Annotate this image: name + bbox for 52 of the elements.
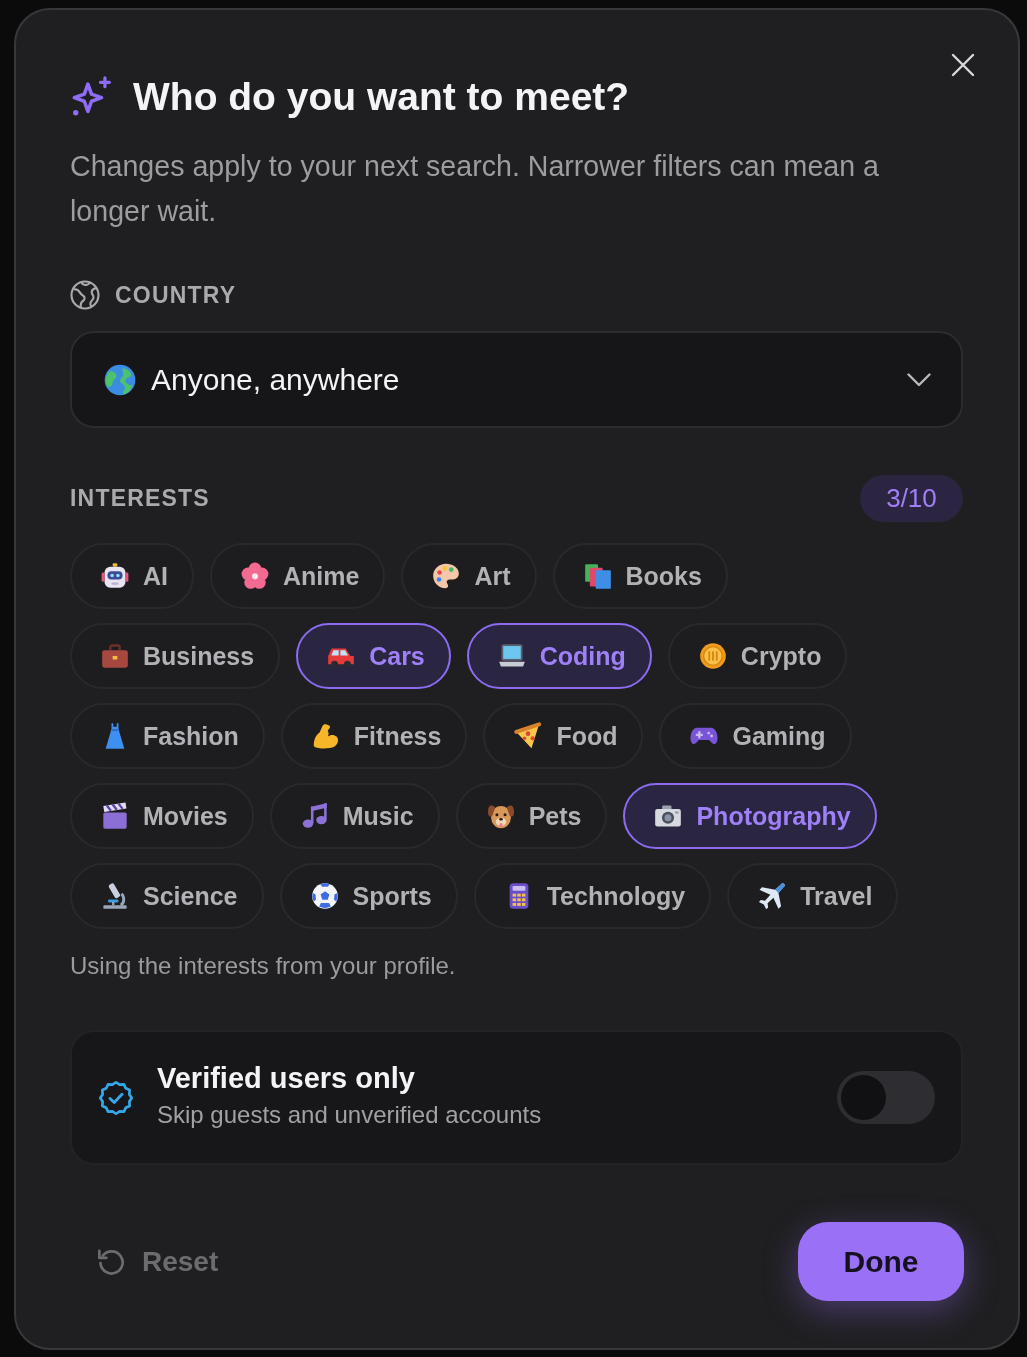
interest-chip[interactable]: Cars <box>296 623 451 689</box>
section-label: INTERESTS <box>70 485 210 512</box>
music-note-icon <box>300 802 329 830</box>
interest-chip[interactable]: Pets <box>455 783 608 849</box>
pizza-icon <box>514 722 543 750</box>
interest-chip[interactable]: Technology <box>473 863 712 929</box>
interest-chip[interactable]: Books <box>552 543 728 609</box>
interest-chip[interactable]: Food <box>483 703 644 769</box>
close-icon <box>951 53 975 77</box>
laptop-icon <box>497 642 526 670</box>
airplane-icon <box>758 882 787 910</box>
helper-text: Using the interests from your profile. <box>70 951 457 981</box>
flexed-arm-icon <box>311 722 340 750</box>
flower-icon <box>241 562 269 590</box>
verified-subtitle: Skip guests and unverified accounts <box>157 1099 543 1130</box>
interest-chip[interactable]: Fashion <box>70 703 265 769</box>
interest-chip[interactable]: Gaming <box>659 703 852 769</box>
robot-icon <box>101 562 129 590</box>
palette-icon <box>432 562 461 590</box>
undo-icon <box>97 1247 125 1276</box>
interest-chip[interactable]: Photography <box>623 783 877 849</box>
soccer-ball-icon <box>310 882 339 910</box>
books-icon <box>583 562 612 590</box>
interest-chip[interactable]: Science <box>70 863 264 929</box>
verified-title: Verified users only <box>157 1060 416 1096</box>
coin-icon <box>698 642 727 670</box>
globe-icon <box>104 363 136 396</box>
interest-chip[interactable]: Sports <box>279 863 458 929</box>
badge-check-icon <box>98 1079 134 1116</box>
interest-chip[interactable]: Fitness <box>280 703 468 769</box>
globe-icon <box>70 280 100 310</box>
briefcase-icon <box>101 642 129 670</box>
interest-chip[interactable]: AI <box>70 543 194 609</box>
interest-chip[interactable]: Movies <box>70 783 254 849</box>
interest-chip[interactable]: Travel <box>727 863 899 929</box>
country-dropdown[interactable]: Anyone, anywhere <box>70 331 963 428</box>
dialog-title: Who do you want to meet? <box>133 74 631 120</box>
count-badge: 3/10 <box>860 475 963 522</box>
interest-chip[interactable]: Art <box>401 543 537 609</box>
chevron-down-icon <box>907 372 931 387</box>
close-button[interactable] <box>951 53 975 77</box>
interest-chip[interactable]: Coding <box>466 623 652 689</box>
interest-chip[interactable]: Music <box>269 783 440 849</box>
interest-chip[interactable]: Business <box>70 623 281 689</box>
interest-chip[interactable]: Anime <box>210 543 386 609</box>
toggle-switch[interactable] <box>837 1071 935 1124</box>
section-label: COUNTRY <box>115 281 237 309</box>
interest-chip[interactable]: Crypto <box>667 623 848 689</box>
clapperboard-icon <box>101 802 129 830</box>
microscope-icon <box>101 882 129 910</box>
dialog-subtitle: Changes apply to your next search. Narrower filters can mean a longer wait. <box>70 149 880 229</box>
done-button[interactable]: Done <box>798 1222 964 1301</box>
